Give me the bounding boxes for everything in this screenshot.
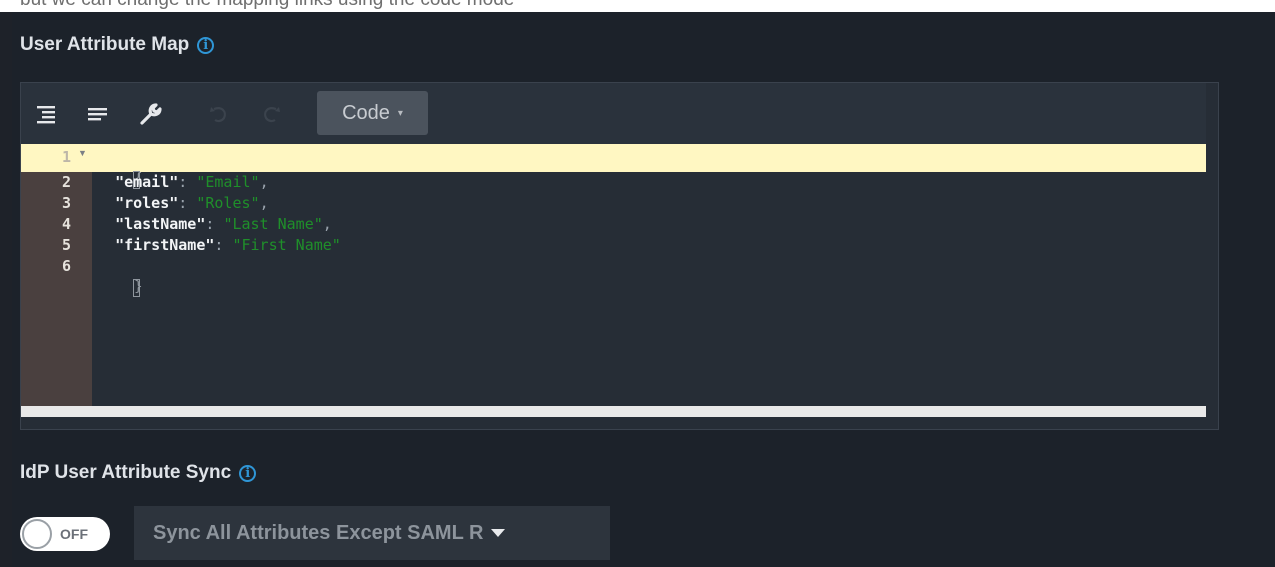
line-number: 6 <box>61 257 71 275</box>
sync-mode-select[interactable]: Sync All Attributes Except SAML R <box>134 506 610 560</box>
json-value: "Roles" <box>196 194 260 212</box>
undo-icon[interactable] <box>205 83 233 144</box>
json-key: "lastName" <box>115 215 206 233</box>
top-hint-strip: but we can change the mapping links usin… <box>0 0 1275 12</box>
compact-icon[interactable] <box>84 83 112 144</box>
format-icon[interactable] <box>33 83 61 144</box>
redo-icon[interactable] <box>257 83 285 144</box>
toggle-knob <box>22 519 52 549</box>
line-number: 1 <box>61 148 71 166</box>
info-icon[interactable]: i <box>239 464 257 482</box>
user-attribute-map-label: User Attribute Map <box>20 34 190 55</box>
code-line[interactable]: } <box>97 256 143 297</box>
json-comma: , <box>259 173 269 191</box>
chevron-down-icon: ▾ <box>397 107 403 119</box>
line-number: 2 <box>61 173 71 191</box>
user-attribute-map-heading: User Attribute Map i <box>20 34 215 56</box>
json-key: "email" <box>115 173 179 191</box>
code-line[interactable]: "email": "Email", <box>97 172 269 193</box>
horizontal-scrollbar[interactable] <box>21 406 1206 417</box>
json-key: "firstName" <box>115 236 215 254</box>
idp-sync-heading: IdP User Attribute Sync i <box>20 462 257 484</box>
sync-mode-value: Sync All Attributes Except SAML R <box>153 521 484 544</box>
json-comma: , <box>322 215 332 233</box>
json-key: "roles" <box>115 194 179 212</box>
json-editor: Code ▾ 1 ▼ 2 3 4 5 6 { "email": "Email",… <box>20 82 1219 430</box>
json-value: "Last Name" <box>223 215 323 233</box>
wrench-icon[interactable] <box>137 83 165 144</box>
toggle-state-label: OFF <box>60 526 88 542</box>
json-comma: , <box>259 194 269 212</box>
close-brace: } <box>133 278 143 297</box>
idp-sync-label: IdP User Attribute Sync <box>20 462 232 483</box>
code-line[interactable]: "firstName": "First Name" <box>97 235 341 256</box>
code-line[interactable]: "roles": "Roles", <box>97 193 269 214</box>
top-hint-text: but we can change the mapping links usin… <box>20 0 514 11</box>
json-value: "First Name" <box>232 236 341 254</box>
code-line[interactable]: { <box>97 148 143 189</box>
code-mode-button[interactable]: Code ▾ <box>317 91 428 135</box>
caret-down-icon <box>491 529 506 537</box>
info-icon[interactable]: i <box>197 36 215 54</box>
line-number: 4 <box>61 215 71 233</box>
editor-toolbar: Code ▾ <box>21 83 1206 144</box>
code-mode-label: Code <box>342 101 390 124</box>
active-line-highlight <box>21 144 1206 172</box>
json-value: "Email" <box>196 173 260 191</box>
line-number: 3 <box>61 194 71 212</box>
code-line[interactable]: "lastName": "Last Name", <box>97 214 332 235</box>
idp-sync-toggle[interactable]: OFF <box>20 517 110 551</box>
fold-arrow-icon[interactable]: ▼ <box>78 148 87 158</box>
line-number: 5 <box>61 236 71 254</box>
